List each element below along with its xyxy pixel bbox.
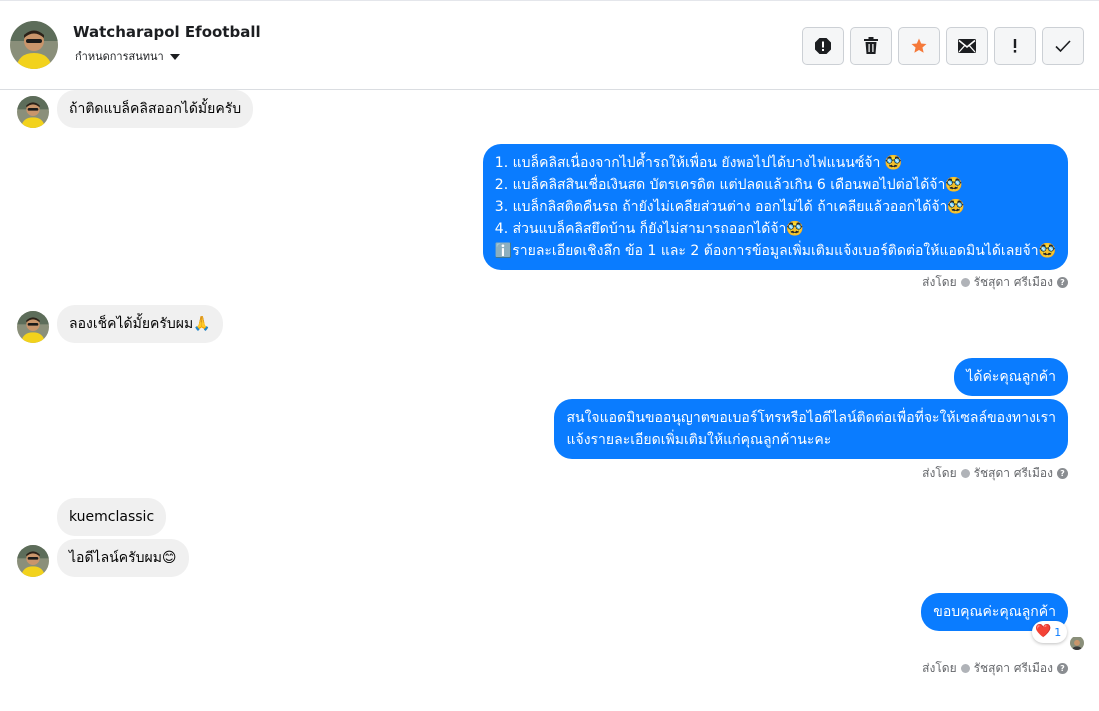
message-line: ℹ️รายละเอียดเชิงลึก ข้อ 1 และ 2 ต้องการข… [494,243,1056,259]
sent-by-agent[interactable]: รัชสุดา ศรีเมือง [974,659,1053,678]
sent-by-prefix: ส่งโดย [922,661,957,675]
contact-name[interactable]: Watcharapol Efootball [73,23,261,41]
sender-avatar-image [17,311,49,343]
sent-by-prefix: ส่งโดย [922,466,957,480]
message-line: แจ้งรายละเอียดเพิ่มเติมให้แก่คุณลูกค้านะ… [566,432,832,448]
assign-conversation-label: กำหนดการสนทนา [75,50,164,63]
sent-by-label: ส่งโดย รัชสุดา ศรีเมือง ? [922,273,1068,292]
message-line: 2. แบล็คลิสสินเชื่อเงินสด บัตรเครดิต แต่… [494,177,963,193]
incoming-message[interactable]: ลองเช็คได้มั้ยครับผม🙏 [57,305,223,343]
spam-icon [815,38,831,54]
sender-avatar-image [17,96,49,128]
sent-by-agent[interactable]: รัชสุดา ศรีเมือง [974,273,1053,292]
seen-avatar-image [1070,637,1084,650]
heart-icon: ❤️ [1035,624,1052,639]
message-line: 3. แบล็กลิสติดคืนรถ ถ้ายังไม่เคลียส่วนต่… [494,199,965,215]
sent-by-agent[interactable]: รัชสุดา ศรีเมือง [974,464,1053,483]
delete-button[interactable] [850,27,892,65]
message-line: สนใจแอดมินขออนุญาตขอเบอร์โทรหรือไอดีไลน์… [566,410,1056,426]
sent-by-label: ส่งโดย รัชสุดา ศรีเมือง ? [922,464,1068,483]
exclamation-icon [1013,39,1017,53]
mark-spam-button[interactable] [802,27,844,65]
seen-by-avatar [1070,636,1084,650]
reaction-count: 1 [1054,625,1062,639]
incoming-message[interactable]: kuemclassic [57,498,167,536]
sent-by-prefix: ส่งโดย [922,275,957,289]
mark-unread-button[interactable] [946,27,988,65]
sender-avatar-image [17,545,49,577]
incoming-message[interactable]: ไอดีไลน์ครับผม😊 [57,539,189,577]
verified-icon [960,664,970,673]
caret-down-icon [169,53,180,60]
message-reaction[interactable]: ❤️ 1 [1032,621,1068,643]
help-icon[interactable]: ? [1057,663,1068,674]
verified-icon [960,469,970,478]
outgoing-message[interactable]: 1. แบล็คลิสเนื่องจากไปค้ำรถให้เพื่อน ยัง… [482,144,1068,270]
sender-avatar[interactable] [17,96,49,128]
mark-done-button[interactable] [1042,27,1084,65]
trash-icon [864,37,878,54]
message-line: 4. ส่วนแบล็คลิสยึดบ้าน ก็ยังไม่สามารถออก… [494,221,804,237]
outgoing-message[interactable]: ได้ค่ะคุณลูกค้า [954,358,1068,396]
check-icon [1055,40,1071,53]
follow-up-button[interactable] [994,27,1036,65]
assign-conversation-dropdown[interactable]: กำหนดการสนทนา [75,47,180,65]
conversation-header: Watcharapol Efootball กำหนดการสนทนา [0,0,1099,90]
contact-avatar-image [10,21,58,69]
message-line: 1. แบล็คลิสเนื่องจากไปค้ำรถให้เพื่อน ยัง… [494,155,903,171]
verified-icon [960,278,970,287]
mail-icon [958,39,976,53]
help-icon[interactable]: ? [1057,468,1068,479]
star-icon [911,38,927,53]
incoming-message[interactable]: ถ้าติดแบล็คลิสออกได้มั้ยครับ [57,90,254,128]
sender-avatar[interactable] [17,311,49,343]
sent-by-label: ส่งโดย รัชสุดา ศรีเมือง ? [922,659,1068,678]
contact-avatar[interactable] [10,21,58,69]
outgoing-message[interactable]: สนใจแอดมินขออนุญาตขอเบอร์โทรหรือไอดีไลน์… [554,399,1068,459]
conversation-toolbar [802,27,1084,65]
help-icon[interactable]: ? [1057,277,1068,288]
star-button[interactable] [898,27,940,65]
sender-avatar[interactable] [17,545,49,577]
